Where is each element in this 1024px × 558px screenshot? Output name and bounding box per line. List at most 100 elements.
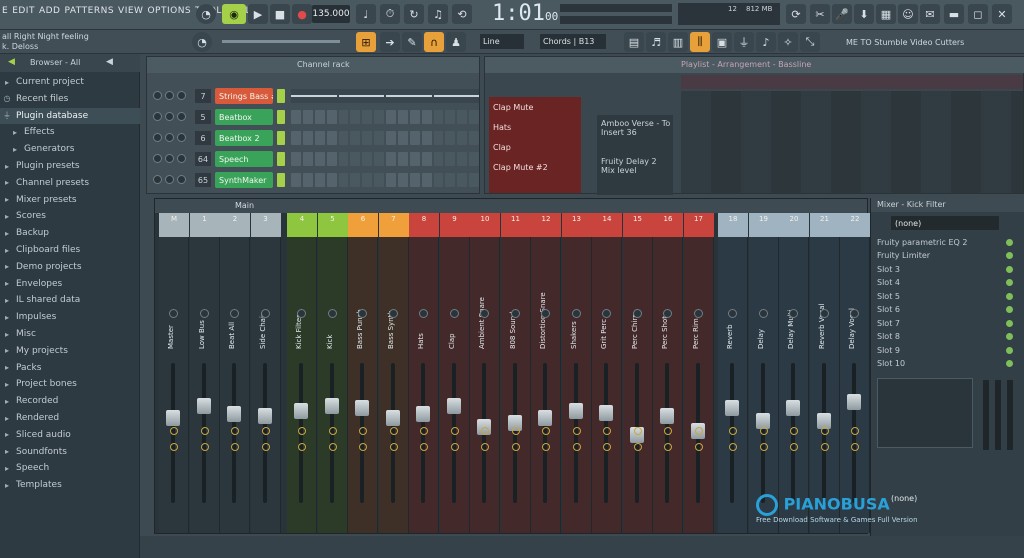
- pan-knob-icon[interactable]: [260, 309, 270, 318]
- step-button[interactable]: [338, 131, 349, 145]
- step-button[interactable]: [302, 152, 313, 166]
- route-led-icon[interactable]: [664, 427, 672, 435]
- mixer-strip-header[interactable]: 2: [220, 213, 250, 237]
- route-led-icon[interactable]: [261, 427, 270, 435]
- mixer-strip-header[interactable]: 3: [250, 213, 281, 237]
- menu-item[interactable]: VIEW: [118, 6, 143, 16]
- step-button[interactable]: [374, 110, 384, 124]
- playlist-grid[interactable]: [681, 91, 1023, 193]
- route-led-icon[interactable]: [261, 443, 270, 451]
- stop-button[interactable]: ■: [270, 4, 290, 24]
- hint-person-icon[interactable]: ♟: [446, 32, 466, 52]
- pattern-select[interactable]: Line: [480, 34, 524, 49]
- route-led-icon[interactable]: [328, 443, 337, 451]
- browser-item[interactable]: ▸ Scores: [0, 208, 140, 224]
- volume-knob-icon[interactable]: [177, 112, 186, 121]
- mixer-strip-header[interactable]: 10: [470, 213, 500, 237]
- pan-knob-icon[interactable]: [850, 309, 859, 318]
- step-button[interactable]: [421, 110, 432, 124]
- mixer-strip[interactable]: 19 Delay: [748, 213, 779, 533]
- mixer-strip-header[interactable]: 1: [189, 213, 220, 237]
- fader-cap[interactable]: [227, 406, 241, 423]
- step-button[interactable]: [338, 152, 349, 166]
- pan-knob-icon[interactable]: [199, 309, 209, 318]
- browser-item[interactable]: ▸ Speech: [0, 460, 140, 476]
- mixer-strip[interactable]: 8 Hats: [409, 213, 439, 533]
- step-button[interactable]: [409, 173, 420, 187]
- arrow-icon[interactable]: ➔: [380, 32, 400, 52]
- menu-item[interactable]: OPTIONS: [147, 6, 191, 16]
- route-led-icon[interactable]: [542, 443, 550, 451]
- step-button[interactable]: [409, 152, 420, 166]
- mute-led-icon[interactable]: [153, 91, 162, 100]
- route-led-icon[interactable]: [633, 427, 642, 435]
- step-button[interactable]: [326, 173, 337, 187]
- step-button[interactable]: [421, 131, 432, 145]
- mixer-strip-header[interactable]: 21: [809, 213, 840, 237]
- channel-mixer-track[interactable]: 6: [195, 131, 211, 145]
- channel-mixer-track[interactable]: 65: [195, 173, 211, 187]
- step-button[interactable]: [433, 152, 444, 166]
- step-button[interactable]: [350, 110, 361, 124]
- volume-knob-icon[interactable]: [177, 133, 186, 142]
- slot-enable-icon[interactable]: [1006, 279, 1013, 286]
- pattern-clip[interactable]: Hats: [493, 123, 511, 132]
- script-icon[interactable]: ✧: [778, 32, 798, 52]
- mixer-strip-header[interactable]: 13: [561, 213, 592, 237]
- mixer-strip[interactable]: 10 Ambient Snare: [470, 213, 500, 533]
- fader-cap[interactable]: [786, 400, 800, 417]
- step-button[interactable]: [469, 110, 479, 124]
- step-button[interactable]: [374, 173, 384, 187]
- channel-select-led[interactable]: [277, 173, 285, 187]
- mixer-strip-header[interactable]: 16: [653, 213, 683, 237]
- browser-icon[interactable]: ▣: [712, 32, 732, 52]
- mixer-strip-header[interactable]: M: [159, 213, 189, 237]
- browser-item[interactable]: ▸ Impulses: [0, 309, 140, 325]
- record-button[interactable]: ●: [292, 4, 312, 24]
- step-button[interactable]: [469, 173, 479, 187]
- effect-slot[interactable]: Fruity Limiter: [877, 250, 1017, 262]
- slot-enable-icon[interactable]: [1006, 333, 1013, 340]
- pan-knob-icon[interactable]: [728, 309, 737, 318]
- mixer-strip[interactable]: 16 Perc Shot: [653, 213, 683, 533]
- channel-mixer-track[interactable]: 64: [195, 152, 211, 166]
- countdown-icon[interactable]: ↻: [404, 4, 424, 24]
- fader-cap[interactable]: [257, 407, 272, 424]
- route-led-icon[interactable]: [170, 427, 178, 435]
- mixer-strip[interactable]: 7 Bass Synth: [378, 213, 409, 533]
- slot-enable-icon[interactable]: [1006, 346, 1013, 354]
- step-button[interactable]: [433, 110, 444, 124]
- route-led-icon[interactable]: [572, 427, 581, 435]
- fader-cap[interactable]: [196, 397, 211, 414]
- mute-led-icon[interactable]: [153, 112, 162, 121]
- pan-knob-icon[interactable]: [419, 309, 428, 318]
- automation-clip[interactable]: Fruity Delay 2 Mix level: [601, 157, 671, 175]
- browser-item[interactable]: ▸ Effects: [0, 124, 140, 140]
- route-led-icon[interactable]: [729, 443, 737, 451]
- fader-cap[interactable]: [166, 410, 180, 427]
- step-button[interactable]: [397, 110, 408, 124]
- fader-cap[interactable]: [294, 402, 308, 419]
- step-button[interactable]: [386, 131, 396, 145]
- browser-item[interactable]: ▸ Sliced audio: [0, 427, 140, 443]
- volume-knob-icon[interactable]: [177, 175, 186, 184]
- pan-knob-icon[interactable]: [169, 309, 178, 318]
- channel-rack-icon[interactable]: ▥: [668, 32, 688, 52]
- browser-item[interactable]: ▸ Mixer presets: [0, 192, 140, 208]
- route-led-icon[interactable]: [481, 443, 489, 451]
- mixer-strip[interactable]: 4 Kick Filter: [287, 213, 317, 533]
- automation-clip[interactable]: Amboo Verse - To Insert 36: [601, 119, 671, 137]
- menu-item[interactable]: ADD: [39, 6, 61, 16]
- pattern-song-toggle[interactable]: ◉: [222, 4, 246, 24]
- step-button[interactable]: [457, 173, 468, 187]
- fader-cap[interactable]: [599, 405, 613, 422]
- route-led-icon[interactable]: [481, 427, 489, 435]
- route-led-icon[interactable]: [851, 443, 859, 451]
- mixer-icon[interactable]: ⫼: [690, 32, 710, 52]
- channel-select-led[interactable]: [277, 131, 285, 145]
- menu-item[interactable]: EDIT: [12, 6, 35, 16]
- mixer-strip-header[interactable]: 7: [378, 213, 409, 237]
- brush-icon[interactable]: ✎: [402, 32, 422, 52]
- step-button[interactable]: [445, 110, 456, 124]
- mixer-strip[interactable]: 21 Reverb Vocal: [809, 213, 840, 533]
